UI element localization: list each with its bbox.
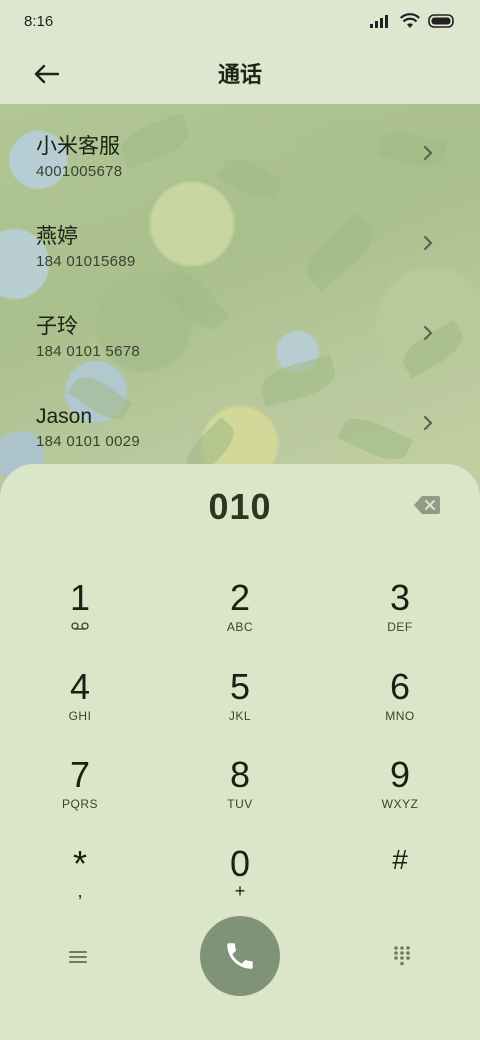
contact-name: 小米客服 bbox=[36, 135, 120, 158]
call-button[interactable] bbox=[200, 916, 280, 996]
backspace-icon[interactable] bbox=[414, 495, 440, 515]
key-letters: DEF bbox=[387, 620, 413, 634]
key-5[interactable]: 5 JKL bbox=[180, 667, 300, 747]
contact-name: 子玲 bbox=[36, 315, 78, 338]
back-button[interactable] bbox=[26, 54, 66, 94]
key-letters: TUV bbox=[227, 797, 253, 811]
key-8[interactable]: 8 TUV bbox=[180, 755, 300, 835]
key-digit: 3 bbox=[389, 577, 411, 618]
key-0[interactable]: 0 + bbox=[180, 844, 300, 924]
contact-number: 184 0101 0029 bbox=[36, 433, 140, 450]
key-6[interactable]: 6 MNO bbox=[340, 667, 460, 747]
voicemail-icon bbox=[71, 622, 89, 630]
contact-item[interactable]: Jason 184 0101 0029 bbox=[0, 374, 480, 464]
key-letters: GHI bbox=[68, 709, 92, 723]
chevron-right-icon[interactable] bbox=[422, 144, 434, 162]
contact-name: 燕婷 bbox=[36, 225, 78, 248]
key-digit: 2 bbox=[229, 577, 251, 618]
menu-icon bbox=[69, 951, 87, 963]
chevron-right-icon[interactable] bbox=[422, 414, 434, 432]
key-letters: ABC bbox=[226, 620, 254, 634]
key-digit: 5 bbox=[229, 666, 251, 707]
key-letters: JKL bbox=[228, 709, 252, 723]
contact-item[interactable]: 燕婷 184 01015689 bbox=[0, 194, 480, 284]
status-bar: 8:16 bbox=[0, 0, 480, 42]
contact-name: Jason bbox=[36, 405, 93, 428]
page-title: 通话 bbox=[217, 62, 262, 87]
chevron-right-icon[interactable] bbox=[422, 324, 434, 342]
chevron-right-icon[interactable] bbox=[422, 234, 434, 252]
contact-number: 4001005678 bbox=[36, 163, 123, 180]
key-digit: 4 bbox=[69, 666, 91, 707]
signal-icon bbox=[370, 15, 388, 28]
wifi-icon bbox=[400, 13, 420, 28]
key-hash[interactable]: # bbox=[340, 840, 460, 920]
key-4[interactable]: 4 GHI bbox=[20, 667, 140, 747]
contact-number: 184 0101 5678 bbox=[36, 343, 140, 360]
status-time: 8:16 bbox=[24, 12, 54, 30]
dial-input[interactable]: 010 bbox=[0, 484, 480, 530]
key-digit: 8 bbox=[229, 754, 251, 795]
key-3[interactable]: 3 DEF bbox=[340, 578, 460, 658]
menu-button[interactable] bbox=[60, 944, 96, 970]
status-icons bbox=[370, 13, 456, 29]
key-letters: , bbox=[77, 881, 83, 901]
key-2[interactable]: 2 ABC bbox=[180, 578, 300, 658]
key-digit: 6 bbox=[389, 666, 411, 707]
battery-icon bbox=[428, 14, 454, 28]
key-letters: MNO bbox=[385, 709, 415, 723]
key-digit: 9 bbox=[389, 754, 411, 795]
keypad-toggle-button[interactable] bbox=[384, 940, 420, 972]
key-9[interactable]: 9 WXYZ bbox=[340, 755, 460, 835]
dialpad-panel: 010 1 2 ABC 3 DEF 4 GHI 5 JKL 6 MNO 7 PQ… bbox=[0, 464, 480, 1040]
key-7[interactable]: 7 PQRS bbox=[20, 755, 140, 835]
key-digit: 7 bbox=[69, 754, 91, 795]
key-star[interactable]: * , bbox=[20, 844, 140, 924]
header: 通话 bbox=[0, 42, 480, 104]
contact-item[interactable]: 小米客服 4001005678 bbox=[0, 104, 480, 194]
contact-number: 184 01015689 bbox=[36, 253, 136, 270]
key-digit: # bbox=[392, 844, 408, 875]
key-digit: * bbox=[72, 843, 87, 884]
key-1[interactable]: 1 bbox=[20, 578, 140, 658]
phone-icon bbox=[227, 943, 253, 969]
contact-suggestions: 小米客服 4001005678 燕婷 184 01015689 子玲 184 0… bbox=[0, 104, 480, 464]
key-digit: 0 bbox=[229, 843, 251, 884]
arrow-left-icon bbox=[34, 64, 59, 84]
contact-item[interactable]: 子玲 184 0101 5678 bbox=[0, 284, 480, 374]
dialpad-icon bbox=[394, 946, 410, 966]
key-letters: + bbox=[234, 881, 246, 901]
key-digit: 1 bbox=[69, 577, 91, 618]
key-letters: PQRS bbox=[61, 797, 98, 811]
key-letters: WXYZ bbox=[381, 797, 419, 811]
